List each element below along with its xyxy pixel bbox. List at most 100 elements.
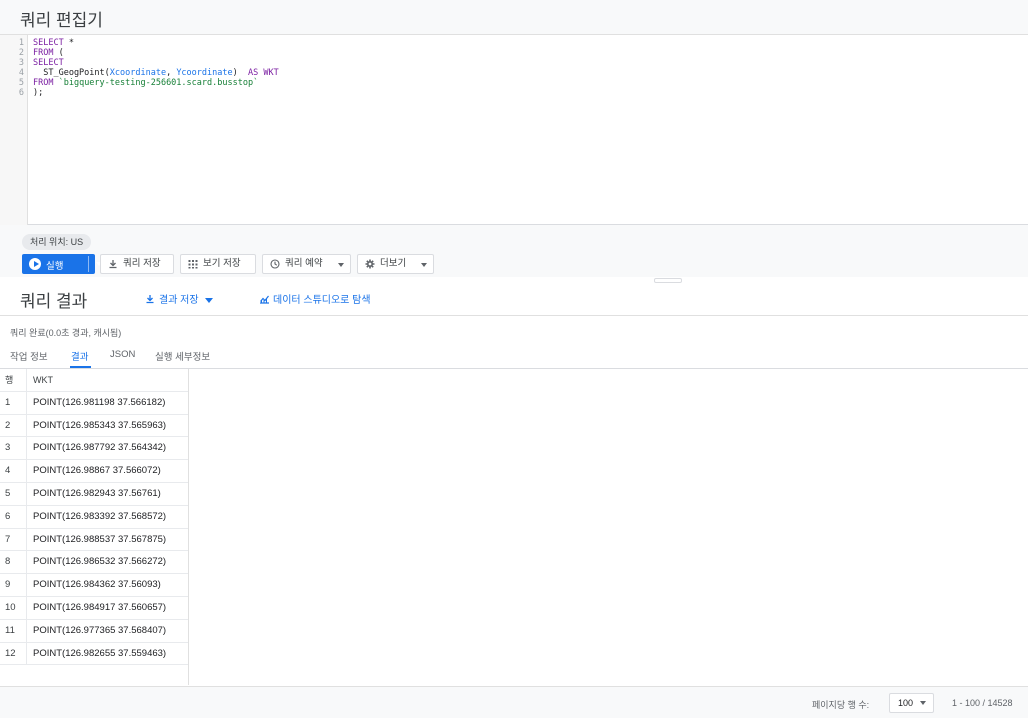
line-number: 1 xyxy=(18,38,24,48)
tab-execution-details[interactable]: 실행 세부정보 xyxy=(155,349,210,363)
pagination-bar: 페이지당 행 수: 100 1 - 100 / 14528 xyxy=(0,686,1028,718)
table-row: 8 POINT(126.986532 37.566272) xyxy=(0,551,189,575)
rows-per-page-label: 페이지당 행 수: xyxy=(812,700,870,710)
code-text: * xyxy=(63,38,74,48)
cell-wkt[interactable]: POINT(126.982943 37.56761) xyxy=(33,483,161,505)
editor-header: 쿼리 편집기 xyxy=(0,0,1028,35)
sql-keyword: SELECT xyxy=(33,58,64,68)
cell-wkt[interactable]: POINT(126.987792 37.564342) xyxy=(33,437,166,459)
line-number: 6 xyxy=(18,88,24,98)
column-header-row-number: 행 xyxy=(0,369,27,391)
table-row: 10 POINT(126.984917 37.560657) xyxy=(0,597,189,620)
row-number: 2 xyxy=(0,414,27,437)
chart-icon xyxy=(260,295,269,304)
processing-location-chip[interactable]: 처리 위치: US xyxy=(22,234,92,250)
cell-wkt[interactable]: POINT(126.984917 37.560657) xyxy=(33,597,166,619)
table-row: 12 POINT(126.982655 37.559463) xyxy=(0,642,189,666)
chevron-down-icon xyxy=(338,263,344,267)
code-line-6: ); xyxy=(33,88,43,98)
save-query-label: 쿼리 저장 xyxy=(123,258,161,269)
editor-title: 쿼리 편집기 xyxy=(20,11,103,30)
sql-alias: WKT xyxy=(258,68,279,78)
table-row: 4 POINT(126.98867 37.566072) xyxy=(0,460,189,483)
clock-icon xyxy=(270,259,280,269)
play-icon xyxy=(29,258,41,270)
row-number: 5 xyxy=(0,483,27,505)
table-row: 7 POINT(126.988537 37.567875) xyxy=(0,528,189,552)
code-line-4: ST_GeogPoint(Xcoordinate, Ycoordinate) A… xyxy=(33,68,279,78)
button-divider xyxy=(88,256,89,272)
row-number: 8 xyxy=(0,551,27,574)
row-number: 3 xyxy=(0,437,27,460)
sql-identifier: Xcoordinate xyxy=(109,68,167,78)
chevron-down-icon xyxy=(204,297,213,303)
row-number: 1 xyxy=(0,391,27,414)
save-results-label: 결과 저장 xyxy=(159,295,199,306)
gear-icon xyxy=(365,259,375,269)
cell-wkt[interactable]: POINT(126.985343 37.565963) xyxy=(33,415,166,437)
row-number: 11 xyxy=(0,619,27,642)
save-view-button[interactable]: 보기 저장 xyxy=(180,254,256,274)
tab-json[interactable]: JSON xyxy=(110,349,135,360)
cell-wkt[interactable]: POINT(126.982655 37.559463) xyxy=(33,643,166,665)
code-text: ( xyxy=(53,48,64,58)
grid-icon xyxy=(188,260,198,269)
run-button-label: 실행 xyxy=(46,261,64,272)
tab-job-info[interactable]: 작업 정보 xyxy=(10,349,48,363)
cell-wkt[interactable]: POINT(126.986532 37.566272) xyxy=(33,551,166,573)
download-icon xyxy=(146,295,154,304)
line-number: 3 xyxy=(18,58,24,68)
row-number: 7 xyxy=(0,528,27,551)
code-line-1: SELECT * xyxy=(33,38,74,48)
sql-function: ST_GeogPoint( xyxy=(33,68,110,78)
chevron-down-icon xyxy=(920,701,926,705)
sql-editor[interactable]: 1 2 3 4 5 6 SELECT * FROM ( SELECT ST_Ge… xyxy=(0,35,1028,225)
query-status: 쿼리 완료(0.0초 경과, 캐시됨) xyxy=(10,328,122,338)
line-number: 5 xyxy=(18,78,24,88)
table-row: 2 POINT(126.985343 37.565963) xyxy=(0,414,189,438)
table-right-border xyxy=(188,369,189,685)
cell-wkt[interactable]: POINT(126.981198 37.566182) xyxy=(33,392,165,414)
editor-toolbar: 처리 위치: US 실행 쿼리 저장 보기 저장 쿼리 예약 더보기 xyxy=(0,225,1028,277)
save-view-label: 보기 저장 xyxy=(203,258,241,269)
cell-wkt[interactable]: POINT(126.988537 37.567875) xyxy=(33,529,166,551)
row-number: 9 xyxy=(0,574,27,597)
more-label: 더보기 xyxy=(380,258,407,269)
results-title: 쿼리 결과 xyxy=(20,292,88,311)
code-text: , xyxy=(166,68,177,78)
code-text: ); xyxy=(33,88,44,98)
cell-wkt[interactable]: POINT(126.983392 37.568572) xyxy=(33,506,166,528)
table-header-row: 행 WKT xyxy=(0,369,189,392)
row-number: 10 xyxy=(0,597,27,619)
rows-per-page-select[interactable]: 100 xyxy=(889,693,934,713)
table-row: 5 POINT(126.982943 37.56761) xyxy=(0,483,189,506)
save-results-button[interactable]: 결과 저장 xyxy=(145,291,213,306)
sql-keyword: SELECT xyxy=(33,38,64,48)
cell-wkt[interactable]: POINT(126.977365 37.568407) xyxy=(33,620,166,642)
chevron-down-icon xyxy=(421,263,427,267)
more-button[interactable]: 더보기 xyxy=(357,254,434,274)
line-number: 4 xyxy=(18,68,24,78)
cell-wkt[interactable]: POINT(126.984362 37.56093) xyxy=(33,574,161,596)
run-button[interactable]: 실행 xyxy=(22,254,102,274)
code-line-5: FROM `bigquery-testing-256601.scard.buss… xyxy=(33,78,258,88)
sql-keyword: AS xyxy=(247,68,259,78)
table-row: 1 POINT(126.981198 37.566182) xyxy=(0,391,189,415)
sql-identifier: Ycoordinate xyxy=(176,68,233,78)
save-query-button[interactable]: 쿼리 저장 xyxy=(100,254,174,274)
table-row: 9 POINT(126.984362 37.56093) xyxy=(0,574,189,597)
explore-data-studio-button[interactable]: 데이터 스튜디오로 탐색 xyxy=(259,291,371,306)
explore-label: 데이터 스튜디오로 탐색 xyxy=(273,295,371,306)
column-header-wkt[interactable]: WKT xyxy=(33,369,53,391)
tab-results[interactable]: 결과 xyxy=(71,349,88,363)
resize-handle[interactable] xyxy=(654,278,682,283)
code-line-2: FROM ( xyxy=(33,48,64,58)
cell-wkt[interactable]: POINT(126.98867 37.566072) xyxy=(33,460,161,482)
table-row: 11 POINT(126.977365 37.568407) xyxy=(0,619,189,643)
rows-per-page-value: 100 xyxy=(898,698,914,708)
active-tab-indicator xyxy=(70,366,91,368)
page-range: 1 - 100 / 14528 xyxy=(952,698,1013,708)
row-number: 4 xyxy=(0,460,27,483)
schedule-query-button[interactable]: 쿼리 예약 xyxy=(262,254,351,274)
sql-keyword: FROM xyxy=(33,48,54,58)
